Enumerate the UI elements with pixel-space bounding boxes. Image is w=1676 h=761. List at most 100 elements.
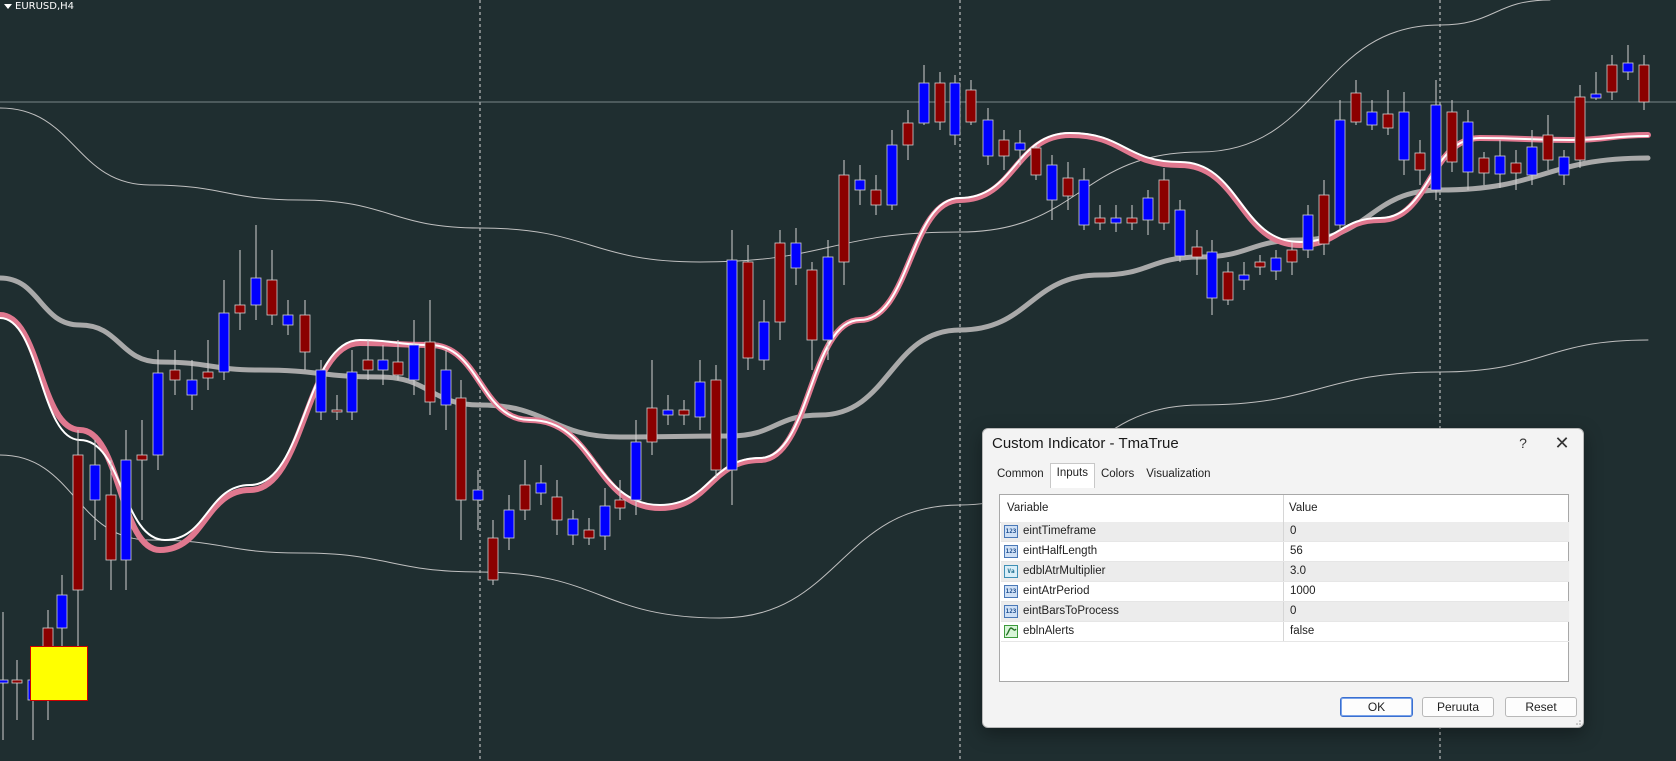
candle-body xyxy=(1430,104,1442,191)
inputs-table: Variable Value 123 eintTimeframe 0 123 e… xyxy=(999,494,1569,682)
candle-body xyxy=(678,409,690,416)
candle-body xyxy=(120,459,132,561)
candle-body xyxy=(392,361,404,376)
candle-body xyxy=(614,499,626,509)
tab-bar: Common Inputs Colors Visualization xyxy=(991,463,1217,488)
dropdown-triangle-icon[interactable] xyxy=(4,4,12,9)
candle-body xyxy=(1478,157,1490,174)
variable-name: eintAtrPeriod xyxy=(1023,585,1090,597)
candle-body xyxy=(1622,62,1634,73)
column-header-variable[interactable]: Variable xyxy=(1007,502,1048,514)
table-row[interactable]: Va edblAtrMultiplier 3.0 xyxy=(1001,562,1569,582)
candle-body xyxy=(1494,155,1506,175)
close-button[interactable]: ✕ xyxy=(1551,433,1573,454)
dialog-title: Custom Indicator - TmaTrue xyxy=(992,435,1179,452)
candle-body xyxy=(790,242,802,269)
upper-band-line xyxy=(0,0,1551,263)
tab-inputs[interactable]: Inputs xyxy=(1049,463,1095,488)
candle-body xyxy=(282,314,294,326)
candle-body xyxy=(0,679,9,684)
candle-body xyxy=(1191,246,1203,258)
candle-body xyxy=(1606,64,1618,93)
candle-body xyxy=(1558,156,1570,176)
candle-body xyxy=(822,256,834,341)
candle-body xyxy=(918,82,930,124)
candle-body xyxy=(551,496,563,521)
candle-body xyxy=(299,314,311,353)
tab-visualization[interactable]: Visualization xyxy=(1140,465,1216,485)
candle-body xyxy=(1174,209,1186,257)
column-header-value[interactable]: Value xyxy=(1289,502,1318,514)
candle-body xyxy=(1462,121,1474,173)
integer-type-icon: 123 xyxy=(1004,605,1018,618)
candle-body xyxy=(1334,119,1346,226)
candle-body xyxy=(949,82,961,136)
custom-indicator-dialog: Custom Indicator - TmaTrue ? ✕ Common In… xyxy=(982,428,1584,728)
cancel-button[interactable]: Peruuta xyxy=(1422,697,1494,717)
candle-body xyxy=(169,369,181,381)
cell-divider xyxy=(1283,562,1284,581)
candle-body xyxy=(89,464,101,501)
ok-button[interactable]: OK xyxy=(1340,697,1413,717)
candle-body xyxy=(965,89,977,123)
tab-colors[interactable]: Colors xyxy=(1095,465,1140,485)
candle-body xyxy=(1318,194,1330,245)
help-button[interactable]: ? xyxy=(1513,435,1533,451)
resize-grip-icon[interactable] xyxy=(1573,717,1581,725)
double-type-icon: Va xyxy=(1004,565,1018,578)
candle-body xyxy=(455,397,467,501)
candle-body xyxy=(1382,113,1394,129)
reset-button[interactable]: Reset xyxy=(1505,697,1577,717)
variable-value[interactable]: 3.0 xyxy=(1290,565,1306,577)
variable-value[interactable]: false xyxy=(1290,625,1314,637)
candle-body xyxy=(11,679,23,684)
candle-body xyxy=(1590,93,1602,99)
boolean-curve-icon xyxy=(1005,627,1017,636)
table-row[interactable]: 123 eintBarsToProcess 0 xyxy=(1001,602,1569,622)
chart-symbol-label[interactable]: EURUSD,H4 xyxy=(4,1,74,12)
candle-body xyxy=(630,441,642,501)
variable-value[interactable]: 56 xyxy=(1290,545,1303,557)
candle-body xyxy=(362,359,374,371)
candle-body xyxy=(1110,217,1122,224)
candle-body xyxy=(1126,217,1138,224)
cell-divider xyxy=(1283,582,1284,601)
candle-body xyxy=(424,341,436,403)
candle-body xyxy=(583,529,595,539)
variable-value[interactable]: 0 xyxy=(1290,605,1296,617)
candle-body xyxy=(1030,147,1042,176)
candle-body xyxy=(1350,92,1362,123)
candle-body xyxy=(331,409,343,413)
variable-name: eintTimeframe xyxy=(1023,525,1097,537)
table-row[interactable]: eblnAlerts false xyxy=(1001,622,1569,642)
variable-value[interactable]: 0 xyxy=(1290,525,1296,537)
candle-body xyxy=(1366,111,1378,126)
cell-divider xyxy=(1283,522,1284,541)
candle-body xyxy=(1094,217,1106,224)
candle-body xyxy=(1062,177,1074,197)
tab-common[interactable]: Common xyxy=(991,465,1050,485)
candle-body xyxy=(1446,111,1458,163)
table-row[interactable]: 123 eintHalfLength 56 xyxy=(1001,542,1569,562)
table-row[interactable]: 123 eintAtrPeriod 1000 xyxy=(1001,582,1569,602)
candle-body xyxy=(1270,257,1282,272)
variable-value[interactable]: 1000 xyxy=(1290,585,1316,597)
candle-body xyxy=(1638,64,1650,103)
candle-body xyxy=(934,82,946,123)
candle-body xyxy=(186,379,198,396)
candle-body xyxy=(234,304,246,314)
candle-body xyxy=(1078,179,1090,226)
candle-body xyxy=(408,344,420,381)
candle-body xyxy=(599,505,611,537)
candle-body xyxy=(838,174,850,263)
table-row[interactable]: 123 eintTimeframe 0 xyxy=(1001,522,1569,542)
cell-divider xyxy=(1283,542,1284,561)
candle-body xyxy=(1510,162,1522,174)
candle-body xyxy=(152,372,164,456)
candle-body xyxy=(774,242,786,323)
candle-body xyxy=(315,369,327,413)
candle-body xyxy=(1014,142,1026,151)
symbol-text: EURUSD,H4 xyxy=(15,1,75,12)
candle-body xyxy=(1222,271,1234,301)
variable-name: edblAtrMultiplier xyxy=(1023,565,1106,577)
